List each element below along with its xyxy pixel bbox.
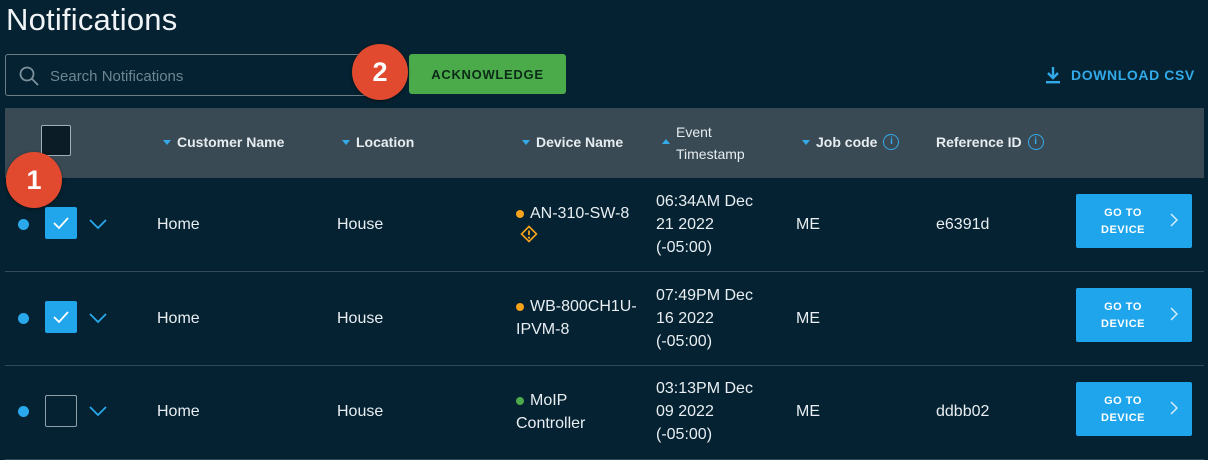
go-to-device-label-line: GO TO: [1104, 301, 1142, 313]
column-event-timestamp[interactable]: Event Timestamp: [662, 121, 745, 165]
download-csv-link[interactable]: DOWNLOAD CSV: [1045, 64, 1195, 86]
customer-name: Home: [157, 216, 200, 233]
column-label: Event Timestamp: [676, 121, 745, 165]
download-csv-label: DOWNLOAD CSV: [1071, 67, 1195, 83]
annotation-badge-2: 2: [352, 44, 408, 100]
warning-diamond-icon: [520, 225, 538, 243]
page-title: Notifications: [6, 2, 178, 37]
column-label: Job code: [816, 134, 878, 150]
row-checkbox[interactable]: [45, 301, 77, 333]
column-reference-id[interactable]: Reference ID i: [936, 134, 1044, 150]
job-code: ME: [796, 403, 820, 420]
reference-id: ddbb02: [936, 403, 990, 420]
go-to-device-label-line: DEVICE: [1101, 318, 1145, 330]
chevron-down-icon[interactable]: [89, 313, 107, 324]
chevron-down-icon[interactable]: [89, 219, 107, 230]
row-checkbox[interactable]: [45, 207, 77, 239]
timestamp-line: (-05:00): [656, 333, 713, 350]
row-checkbox[interactable]: [45, 395, 77, 427]
column-label: Location: [356, 134, 415, 150]
table-header: Customer Name Location Device Name Event…: [5, 108, 1204, 178]
column-label: Customer Name: [177, 134, 285, 150]
device-name-text: AN-310-SW-8: [530, 205, 630, 222]
column-label: Device Name: [536, 134, 624, 150]
sort-desc-icon: [802, 139, 810, 145]
job-code: ME: [796, 216, 820, 233]
table-row: Home House AN-310-SW-8 06:34AM Dec 21 20…: [5, 178, 1204, 272]
device-name-text: IPVM-8: [516, 321, 570, 338]
timestamp-line: 07:49PM Dec: [656, 287, 753, 304]
info-icon[interactable]: i: [1027, 134, 1044, 150]
event-timestamp: 03:13PM Dec 09 2022 (-05:00): [656, 377, 753, 446]
info-icon[interactable]: i: [883, 134, 900, 150]
location: House: [337, 216, 384, 233]
chevron-right-icon: [1170, 401, 1178, 415]
timestamp-line: 03:13PM Dec: [656, 380, 753, 397]
unread-indicator: [18, 406, 29, 417]
go-to-device-label: GO TO DEVICE: [1090, 299, 1156, 333]
annotation-badge-1: 1: [6, 152, 62, 208]
warning-status-dot: [516, 210, 524, 218]
sort-desc-icon: [163, 139, 171, 145]
table-row: Home House MoIP Controller 03:13PM Dec 0…: [5, 366, 1204, 460]
event-timestamp: 07:49PM Dec 16 2022 (-05:00): [656, 284, 753, 353]
location: House: [337, 310, 384, 327]
timestamp-line: (-05:00): [656, 239, 713, 256]
column-location[interactable]: Location: [342, 134, 414, 150]
timestamp-line: (-05:00): [656, 426, 713, 443]
table-row: Home House WB-800CH1U- IPVM-8 07:49PM De…: [5, 272, 1204, 366]
search-box[interactable]: [5, 54, 373, 97]
sort-asc-icon: [662, 139, 670, 144]
download-icon: [1046, 67, 1060, 84]
sort-desc-icon: [522, 139, 530, 145]
search-icon: [19, 66, 39, 86]
go-to-device-button[interactable]: GO TO DEVICE: [1076, 288, 1192, 342]
go-to-device-label-line: DEVICE: [1101, 412, 1145, 424]
customer-name: Home: [157, 310, 200, 327]
warning-status-dot: [516, 303, 524, 311]
event-timestamp: 06:34AM Dec 21 2022 (-05:00): [656, 190, 753, 259]
job-code: ME: [796, 310, 820, 327]
column-device-name[interactable]: Device Name: [522, 134, 623, 150]
search-input[interactable]: [48, 55, 352, 97]
go-to-device-label-line: GO TO: [1104, 207, 1142, 219]
device-name-text: WB-800CH1U-: [530, 298, 637, 315]
select-all-checkbox[interactable]: [41, 125, 71, 156]
timestamp-line: 06:34AM Dec: [656, 193, 753, 210]
acknowledge-button[interactable]: ACKNOWLEDGE: [409, 54, 566, 94]
go-to-device-button[interactable]: GO TO DEVICE: [1076, 194, 1192, 248]
timestamp-line: 21 2022: [656, 216, 714, 233]
ok-status-dot: [516, 397, 524, 405]
column-label: Reference ID: [936, 134, 1022, 150]
location: House: [337, 403, 384, 420]
device-name-text: Controller: [516, 415, 586, 432]
unread-indicator: [18, 313, 29, 324]
check-icon: [53, 217, 69, 230]
go-to-device-label-line: GO TO: [1104, 395, 1142, 407]
go-to-device-button[interactable]: GO TO DEVICE: [1076, 382, 1192, 436]
reference-id: e6391d: [936, 216, 990, 233]
chevron-right-icon: [1170, 213, 1178, 227]
device-name[interactable]: AN-310-SW-8: [516, 202, 629, 250]
column-label-line: Event: [676, 124, 712, 140]
device-name-text: MoIP: [530, 392, 568, 409]
go-to-device-label: GO TO DEVICE: [1090, 205, 1156, 239]
column-job-code[interactable]: Job code i: [802, 134, 900, 150]
timestamp-line: 16 2022: [656, 310, 714, 327]
customer-name: Home: [157, 403, 200, 420]
column-customer-name[interactable]: Customer Name: [163, 134, 284, 150]
device-name[interactable]: WB-800CH1U- IPVM-8: [516, 295, 637, 341]
column-label-line: Timestamp: [676, 146, 745, 162]
chevron-down-icon[interactable]: [89, 406, 107, 417]
timestamp-line: 09 2022: [656, 403, 714, 420]
check-icon: [53, 311, 69, 324]
go-to-device-label: GO TO DEVICE: [1090, 393, 1156, 427]
unread-indicator: [18, 219, 29, 230]
sort-desc-icon: [342, 139, 350, 145]
go-to-device-label-line: DEVICE: [1101, 224, 1145, 236]
chevron-right-icon: [1170, 307, 1178, 321]
device-name[interactable]: MoIP Controller: [516, 389, 585, 435]
